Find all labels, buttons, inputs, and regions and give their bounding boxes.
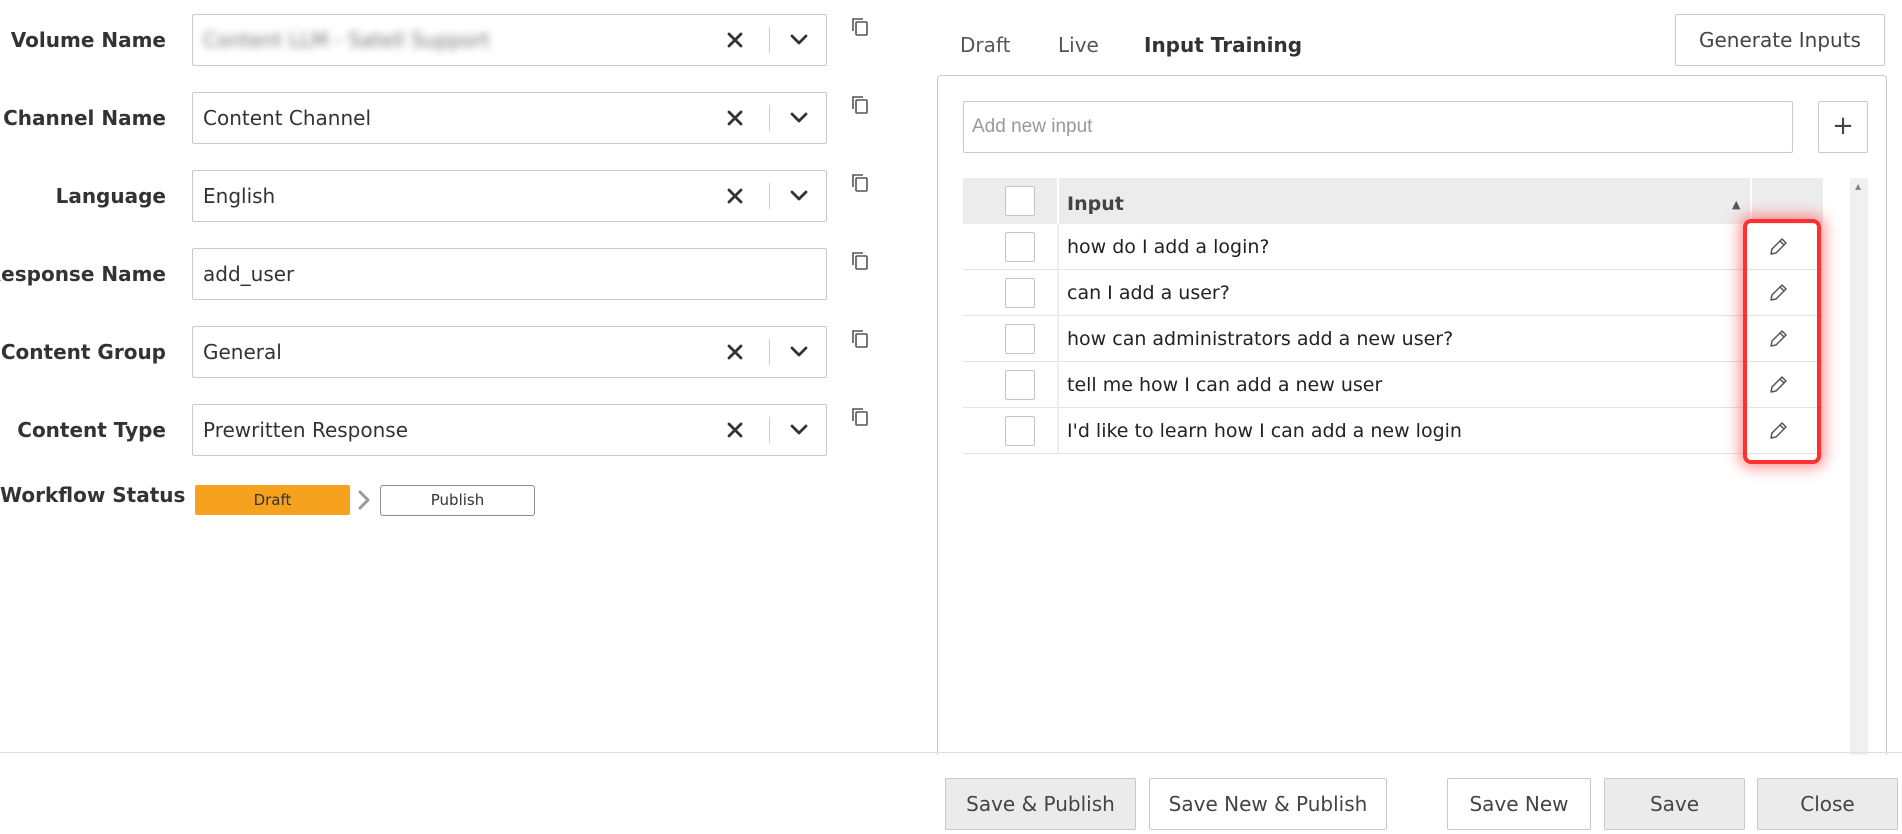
pencil-icon[interactable] [1767,282,1789,304]
response-name-input[interactable]: add_user [192,248,827,300]
language-copy-icon[interactable] [850,172,872,196]
table-header: Input ▲ [963,178,1823,224]
workflow-draft-step[interactable]: Draft [195,485,350,515]
footer-divider [0,752,1902,753]
add-new-input-field[interactable] [963,101,1793,153]
content-group-label: Content Group [0,340,166,364]
form-row-language: Language English [0,170,900,222]
input-text: I'd like to learn how I can add a new lo… [1067,420,1462,442]
generate-inputs-button[interactable]: Generate Inputs [1675,14,1885,66]
language-select[interactable]: English [192,170,827,222]
tab-draft[interactable]: Draft [960,28,1010,62]
row-checkbox[interactable] [1005,232,1035,262]
field-separator [769,417,770,443]
add-input-button[interactable]: + [1818,101,1868,153]
pencil-icon[interactable] [1767,328,1789,350]
pencil-icon[interactable] [1767,236,1789,258]
channel-name-select[interactable]: Content Channel [192,92,827,144]
column-divider [1057,408,1059,454]
row-checkbox[interactable] [1005,324,1035,354]
tab-input-training[interactable]: Input Training [1144,28,1302,62]
form-row-volume-name: Volume Name Content LLM - Satell Support [0,14,900,66]
channel-name-label: Channel Name [3,106,166,130]
table-row: I'd like to learn how I can add a new lo… [963,408,1823,454]
column-divider [1057,362,1059,408]
save-new-and-publish-button[interactable]: Save New & Publish [1149,778,1387,830]
save-and-publish-button[interactable]: Save & Publish [945,778,1136,830]
pencil-icon[interactable] [1767,374,1789,396]
table-row: how can administrators add a new user? [963,316,1823,362]
column-divider [1057,270,1059,316]
sort-ascending-icon[interactable]: ▲ [1732,198,1740,211]
volume-name-select[interactable]: Content LLM - Satell Support [192,14,827,66]
field-separator [769,339,770,365]
language-chevron-down-icon[interactable] [773,171,825,221]
column-divider [1057,316,1059,362]
content-group-value: General [203,340,282,364]
input-column-header[interactable]: Input [1067,178,1124,224]
chevron-right-icon [356,489,372,511]
save-button[interactable]: Save [1604,778,1745,830]
content-type-label: Content Type [17,418,166,442]
form-row-content-group: Content Group General [0,326,900,378]
column-divider [1750,178,1752,224]
input-text: how can administrators add a new user? [1067,328,1454,350]
volume-name-copy-icon[interactable] [850,16,872,40]
field-separator [769,105,770,131]
row-checkbox[interactable] [1005,278,1035,308]
close-button[interactable]: Close [1757,778,1898,830]
form-row-response-name: Response Name add_user [0,248,900,300]
channel-name-chevron-down-icon[interactable] [773,93,825,143]
content-group-clear-icon[interactable] [717,327,753,377]
volume-name-chevron-down-icon[interactable] [773,15,825,65]
table-row: can I add a user? [963,270,1823,316]
content-group-copy-icon[interactable] [850,328,872,352]
language-label: Language [55,184,166,208]
language-value: English [203,184,276,208]
table-row: tell me how I can add a new user [963,362,1823,408]
form-row-content-type: Content Type Prewritten Response [0,404,900,456]
workflow-publish-step[interactable]: Publish [380,485,535,516]
content-type-value: Prewritten Response [203,418,409,442]
table-row: how do I add a login? [963,224,1823,270]
pencil-icon[interactable] [1767,420,1789,442]
form-row-channel-name: Channel Name Content Channel [0,92,900,144]
channel-name-clear-icon[interactable] [717,93,753,143]
content-group-chevron-down-icon[interactable] [773,327,825,377]
table-scrollbar[interactable] [1850,178,1868,755]
volume-name-clear-icon[interactable] [717,15,753,65]
tab-live[interactable]: Live [1058,28,1099,62]
row-checkbox[interactable] [1005,416,1035,446]
save-new-button[interactable]: Save New [1447,778,1591,830]
select-all-cell [963,178,1057,224]
volume-name-label: Volume Name [10,28,166,52]
column-divider [1057,224,1059,270]
field-separator [769,183,770,209]
channel-name-copy-icon[interactable] [850,94,872,118]
input-text: tell me how I can add a new user [1067,374,1383,396]
input-text: how do I add a login? [1067,236,1270,258]
channel-name-value: Content Channel [203,106,372,130]
response-name-copy-icon[interactable] [850,250,872,274]
volume-name-value: Content LLM - Satell Support [203,28,491,52]
content-type-select[interactable]: Prewritten Response [192,404,827,456]
content-type-clear-icon[interactable] [717,405,753,455]
scroll-up-icon[interactable]: ▲ [1855,182,1861,191]
row-checkbox[interactable] [1005,370,1035,400]
select-all-checkbox[interactable] [1005,186,1035,216]
language-clear-icon[interactable] [717,171,753,221]
content-type-chevron-down-icon[interactable] [773,405,825,455]
content-group-select[interactable]: General [192,326,827,378]
response-name-label: Response Name [0,262,166,286]
workflow-status-label: Workflow Status [0,483,186,507]
column-divider [1057,178,1059,224]
field-separator [769,27,770,53]
content-type-copy-icon[interactable] [850,406,872,430]
response-name-value: add_user [203,262,295,286]
input-text: can I add a user? [1067,282,1230,304]
